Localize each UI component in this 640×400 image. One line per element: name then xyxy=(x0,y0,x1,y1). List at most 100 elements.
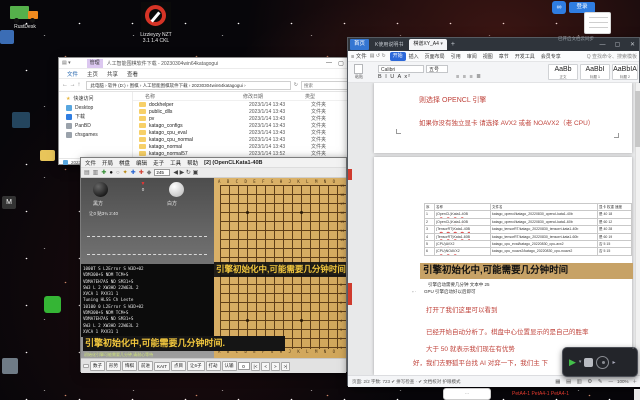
tab-doc1[interactable]: K使用说明书 xyxy=(371,41,407,48)
handicap-button[interactable]: 让6子 xyxy=(187,361,205,371)
tab-home[interactable]: 首页 xyxy=(350,39,370,50)
desktop-side-icon[interactable]: M xyxy=(2,196,16,209)
view-mode-icons[interactable]: ▦ ▤ ▥ ⚙ ✎ xyxy=(555,379,604,385)
file-menu[interactable]: ≡ 文件 xyxy=(351,52,367,60)
table-row[interactable]: katago_configs 2023/1/14 13:43 文件夹 xyxy=(133,122,359,129)
list-header[interactable]: 名称 修改日期 类型 大小 xyxy=(133,92,359,101)
play-icon[interactable]: ▶ xyxy=(569,357,576,368)
desktop-side-icon[interactable] xyxy=(12,112,30,128)
ko-button[interactable]: 打劫 xyxy=(205,361,221,371)
style-chip-body[interactable]: AaBb 正文 xyxy=(548,64,578,80)
sidebar-item-panbd[interactable]: PanBD xyxy=(59,121,132,130)
prev-move-button[interactable]: < xyxy=(261,361,270,371)
tab-share[interactable]: 共享 xyxy=(107,70,118,78)
sidebar-item-quick-access[interactable]: ★ 快速访问 xyxy=(59,94,132,103)
toolbar-icon[interactable]: ✚ xyxy=(131,169,136,176)
paragraph-buttons[interactable]: ≡ ≡ ≡ ≣ xyxy=(456,74,482,80)
resign-button[interactable]: 认输 xyxy=(221,361,237,371)
minimize-icon[interactable]: — xyxy=(323,60,335,66)
column-date[interactable]: 修改日期 xyxy=(243,93,305,100)
tab-view[interactable]: 查看 xyxy=(127,70,138,78)
desktop-side-icon[interactable] xyxy=(2,358,18,374)
breadcrumb[interactable]: 此电脑 › 软件 (D:) › 围棋 › 人工智能围棋软件下载 › 202303… xyxy=(86,80,291,90)
explorer-titlebar[interactable]: ▤ ▾ 管理 人工智能围棋软件下载 - 20230304win64katagog… xyxy=(59,58,359,69)
toolbar-icon[interactable]: ◆ xyxy=(147,169,152,176)
paste-button[interactable]: 粘贴 xyxy=(353,64,365,80)
menu-newgame[interactable]: 开局 xyxy=(102,159,113,167)
next-move-button[interactable]: > xyxy=(270,361,280,371)
ribbon-tab-layout[interactable]: 页面布局 xyxy=(422,53,448,60)
tab-doc2-active[interactable]: 棋谱XY_A4 ▾ xyxy=(409,39,447,50)
tab-file[interactable]: 文件 xyxy=(67,70,78,78)
ribbon-tab-member[interactable]: 会员专享 xyxy=(538,53,564,60)
dial-icon[interactable] xyxy=(596,355,610,369)
desktop-side-icon[interactable] xyxy=(0,30,14,44)
tab-home[interactable]: 主页 xyxy=(87,70,98,78)
table-row[interactable]: pv 2023/1/14 13:43 文件夹 xyxy=(133,115,359,122)
table-row[interactable]: katago_cpu_normal 2023/1/14 13:43 文件夹 xyxy=(133,136,359,143)
toolbar-icon[interactable]: ▤ xyxy=(84,169,90,176)
engine-console[interactable]: 1000T S L2Error S W3D+02 VDM300+S NDM TC… xyxy=(81,264,214,337)
estimate-button[interactable]: 形势 xyxy=(106,361,121,371)
desktop-icon-rustdesk[interactable]: RustDesk xyxy=(8,2,42,30)
column-type[interactable]: 类型 xyxy=(305,93,347,100)
refresh-icon[interactable]: ↻ xyxy=(294,82,298,88)
visits-input[interactable] xyxy=(154,169,171,176)
count-button[interactable]: 数子 xyxy=(90,361,105,371)
search-command-box[interactable]: Q 查找命令、搜索模板 xyxy=(587,53,639,60)
column-name[interactable]: 名称 xyxy=(133,93,243,100)
style-chip-h1[interactable]: AaBbI 标题 1 xyxy=(580,64,610,80)
collapse-icon[interactable]: ˆ xyxy=(632,348,634,354)
menu-edit[interactable]: 编辑 xyxy=(136,159,147,167)
undo-button[interactable]: 悔棋 xyxy=(122,361,137,371)
ribbon-tab-insert[interactable]: 插入 xyxy=(406,53,422,60)
minimize-icon[interactable]: — xyxy=(596,42,609,48)
desktop-side-icon[interactable] xyxy=(44,296,61,313)
forward-button[interactable]: 前进 xyxy=(138,361,153,371)
menu-file[interactable]: 文件 xyxy=(85,159,96,167)
menu-help[interactable]: 帮助 xyxy=(187,159,198,167)
sidebar-item-desktop[interactable]: Desktop xyxy=(59,103,132,112)
menu-tools[interactable]: 工具 xyxy=(170,159,181,167)
table-row[interactable]: katago_normal57 2023/1/14 13:52 文件夹 xyxy=(133,150,359,157)
toolbar-icon[interactable]: ✚ xyxy=(101,169,106,176)
toolbar-icon[interactable]: ▥ xyxy=(93,169,99,176)
ribbon-tab-dev[interactable]: 开发工具 xyxy=(512,53,538,60)
count-button[interactable] xyxy=(83,364,89,368)
ribbon-tab-review[interactable]: 审阅 xyxy=(464,53,480,60)
font-size-select[interactable]: 五号 xyxy=(426,65,448,73)
format-buttons[interactable]: B I U A x² xyxy=(378,74,411,80)
sidebar-item-downloads[interactable]: 下载 xyxy=(59,112,132,121)
toolbar-icon[interactable]: ○ xyxy=(116,170,120,176)
ribbon-tab-start[interactable]: 开始 xyxy=(389,51,406,61)
table-row[interactable]: katago_normal 2023/1/14 13:43 文件夹 xyxy=(133,143,359,150)
table-row[interactable]: katago_cpu_eval 2023/1/14 13:43 文件夹 xyxy=(133,129,359,136)
chevron-down-icon[interactable]: ▾ xyxy=(440,41,443,47)
explorer-context-tab[interactable]: 管理 xyxy=(86,58,103,68)
toolbar-icon[interactable]: ✚ xyxy=(139,169,144,176)
document-area[interactable]: 则选择 OPENCL 引擎 如果你没有独立显卡 请选择 AVX2 或者 NOAV… xyxy=(348,83,640,375)
table-row[interactable]: public_dlls 2023/1/14 13:43 文件夹 xyxy=(133,108,359,115)
zoom-in-button[interactable]: ＋ xyxy=(633,379,638,385)
explorer-quick-icons[interactable]: ▤ ▾ xyxy=(62,60,71,66)
close-icon[interactable]: ✕ xyxy=(626,41,639,48)
recorder-toolbar[interactable]: ▶ ▾ ▸ ˆ xyxy=(562,347,638,377)
table-row[interactable]: dockhelper 2023/1/14 13:43 文件夹 xyxy=(133,101,359,108)
folder-icon[interactable] xyxy=(40,150,55,161)
ribbon-tab-section[interactable]: 章节 xyxy=(496,53,512,60)
toolbar-nav-icons[interactable]: ◀ ▶ ↻ ▣ xyxy=(173,169,198,176)
scrollbar-thumb[interactable] xyxy=(635,91,640,147)
quick-access-icons[interactable]: ▤ ↺ ↻ xyxy=(370,53,386,59)
back-forward-up-icons[interactable]: ← → ↑ xyxy=(62,82,80,88)
last-move-button[interactable]: >| xyxy=(280,361,291,371)
next-icon[interactable]: ▸ xyxy=(612,359,615,366)
new-tab-button[interactable]: + xyxy=(451,41,455,48)
first-move-button[interactable]: |< xyxy=(250,361,261,371)
ribbon-tab-references[interactable]: 引用 xyxy=(448,53,464,60)
menu-board[interactable]: 棋盘 xyxy=(119,159,130,167)
move-number-input[interactable] xyxy=(237,362,250,370)
desktop-icon-lizzieyzy[interactable]: Lizzieyzy NZT 3.1 1.4 CKL xyxy=(134,2,178,44)
sidebar-item-chsgames[interactable]: chsgames xyxy=(59,130,132,139)
maximize-icon[interactable]: ▢ xyxy=(611,41,624,48)
style-chip-h2[interactable]: AaBbIA 标题 2 xyxy=(612,64,638,80)
